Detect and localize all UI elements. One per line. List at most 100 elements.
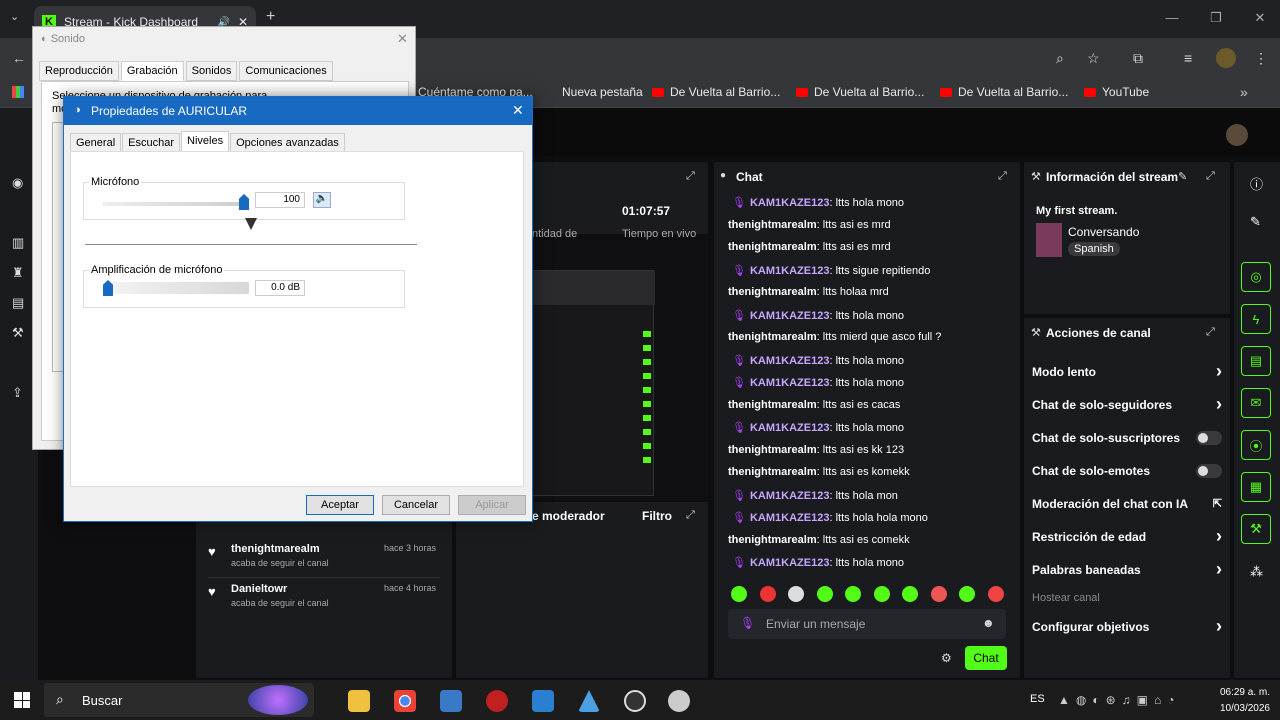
start-icon[interactable]: [14, 692, 30, 708]
tray-icons[interactable]: ▲◍◐⊛♫▣⌂◔: [1058, 693, 1180, 707]
tab-sonidos[interactable]: Sonidos: [185, 61, 238, 81]
channel-action-item[interactable]: Modo lento ›: [1032, 362, 1222, 380]
media-icon[interactable]: ≡: [1184, 50, 1192, 66]
more-bookmarks-icon[interactable]: »: [1240, 84, 1248, 100]
toggle-switch[interactable]: [1196, 431, 1222, 445]
trophy-icon[interactable]: ♜: [12, 265, 28, 281]
tab-opciones-avanzadas[interactable]: Opciones avanzadas: [230, 133, 345, 153]
expand-icon[interactable]: ⤢: [998, 170, 1007, 183]
channel-action-item[interactable]: Palabras baneadas ›: [1032, 560, 1222, 578]
emote-icon[interactable]: [845, 586, 861, 602]
emote-icon[interactable]: [988, 586, 1004, 602]
emote-icon[interactable]: [788, 586, 804, 602]
back-icon[interactable]: ←: [12, 50, 26, 66]
chat-username[interactable]: KAM1KAZE123: [750, 422, 829, 434]
chat-username[interactable]: KAM1KAZE123: [750, 377, 829, 389]
chrome-icon[interactable]: [394, 690, 416, 712]
chevron-right-icon[interactable]: ›: [1216, 527, 1222, 545]
media-library-icon[interactable]: ▤: [12, 295, 28, 311]
file-explorer-icon[interactable]: [348, 690, 370, 712]
expand-icon[interactable]: ⤢: [1206, 170, 1215, 183]
chat-username[interactable]: thenightmarealm: [728, 399, 817, 411]
message-icon[interactable]: ✉: [1241, 388, 1271, 418]
calculator-icon[interactable]: [440, 690, 462, 712]
bookmark-item[interactable]: De Vuelta al Barrio...: [796, 85, 924, 99]
stream-icon[interactable]: ◉: [12, 175, 28, 191]
extensions-icon[interactable]: ⧉: [1133, 50, 1143, 67]
info-icon[interactable]: ⓘ: [1250, 174, 1263, 193]
boost-slider[interactable]: [103, 276, 249, 298]
cancel-button[interactable]: Cancelar: [382, 495, 450, 515]
edit-icon[interactable]: ✎: [1178, 170, 1187, 183]
chat-username[interactable]: thenightmarealm: [728, 444, 817, 456]
upload-icon[interactable]: ⇪: [12, 385, 28, 401]
emote-icon[interactable]: [902, 586, 918, 602]
emoji-icon[interactable]: ☻: [982, 616, 995, 630]
apply-button[interactable]: Aplicar: [458, 495, 526, 515]
chevron-right-icon[interactable]: ›: [1216, 395, 1222, 413]
expand-icon[interactable]: ⤢: [686, 170, 695, 183]
lightning-icon[interactable]: ϟ: [1241, 304, 1271, 334]
channel-action-item[interactable]: Chat de solo-seguidores ›: [1032, 395, 1222, 413]
channel-action-item[interactable]: Restricción de edad ›: [1032, 527, 1222, 545]
emote-icon[interactable]: [817, 586, 833, 602]
chat-username[interactable]: KAM1KAZE123: [750, 355, 829, 367]
broadcast-icon[interactable]: ⦿: [1241, 430, 1271, 460]
tab-general[interactable]: General: [70, 133, 122, 153]
chat-username[interactable]: thenightmarealm: [728, 241, 817, 253]
minimize-icon[interactable]: —: [1162, 8, 1182, 28]
emote-icon[interactable]: [874, 586, 890, 602]
tab-escuchar[interactable]: Escuchar: [122, 133, 180, 153]
chat-username[interactable]: KAM1KAZE123: [750, 197, 829, 209]
chat-username[interactable]: thenightmarealm: [728, 286, 817, 298]
new-tab-button[interactable]: +: [266, 8, 275, 26]
expand-icon[interactable]: ⤢: [686, 509, 695, 522]
boost-level-value[interactable]: 0.0 dB: [255, 280, 305, 296]
bookmark-item[interactable]: YouTube: [1084, 85, 1149, 99]
chat-username[interactable]: KAM1KAZE123: [750, 310, 829, 322]
apps-icon[interactable]: [12, 86, 24, 98]
chat-username[interactable]: thenightmarealm: [728, 534, 817, 546]
microphone-slider[interactable]: [103, 188, 249, 210]
send-chat-button[interactable]: Chat: [965, 646, 1007, 670]
tools-icon[interactable]: ⚒: [1241, 514, 1271, 544]
bookmark-star-icon[interactable]: ☆: [1087, 50, 1100, 67]
emote-icon[interactable]: [760, 586, 776, 602]
tab-list-icon[interactable]: ⌄: [10, 10, 19, 23]
zoom-icon[interactable]: ⌕: [1056, 50, 1064, 67]
user-avatar[interactable]: [1226, 124, 1248, 146]
analytics-icon[interactable]: ▥: [12, 235, 28, 251]
language-indicator[interactable]: ES: [1030, 693, 1045, 705]
bookmark-item[interactable]: De Vuelta al Barrio...: [940, 85, 1068, 99]
app-icon[interactable]: [532, 690, 554, 712]
maximize-icon[interactable]: ❐: [1206, 8, 1226, 28]
external-link-icon[interactable]: ⇱: [1213, 497, 1222, 511]
camera-icon[interactable]: ◎: [1241, 262, 1271, 292]
chat-username[interactable]: thenightmarealm: [728, 219, 817, 231]
tab-reproduccion[interactable]: Reproducción: [39, 61, 119, 81]
tab-comunicaciones[interactable]: Comunicaciones: [239, 61, 333, 81]
emote-icon[interactable]: [959, 586, 975, 602]
notes-icon[interactable]: ▤: [1241, 346, 1271, 376]
chat-input[interactable]: 🎙 Enviar un mensaje ☻: [728, 609, 1006, 639]
obs-icon[interactable]: [624, 690, 646, 712]
bookmark-item[interactable]: De Vuelta al Barrio...: [652, 85, 780, 99]
chat-username[interactable]: KAM1KAZE123: [750, 265, 829, 277]
toggle-switch[interactable]: [1196, 464, 1222, 478]
channel-action-item[interactable]: Chat de solo-suscriptores: [1032, 431, 1222, 445]
wrench-icon[interactable]: ⚒: [12, 325, 28, 341]
tab-grabacion[interactable]: Grabación: [120, 61, 184, 81]
app-icon[interactable]: [486, 690, 508, 712]
channel-action-item[interactable]: Chat de solo-emotes: [1032, 464, 1222, 478]
panels-icon[interactable]: ▦: [1241, 472, 1271, 502]
filter-button[interactable]: Filtro: [642, 509, 672, 523]
apps-icon[interactable]: ⁂: [1250, 564, 1263, 580]
chevron-right-icon[interactable]: ›: [1216, 617, 1222, 635]
chat-username[interactable]: thenightmarealm: [728, 466, 817, 478]
sound-close-icon[interactable]: ✕: [397, 31, 408, 47]
microphone-level-value[interactable]: 100: [255, 192, 305, 208]
channel-action-item[interactable]: Moderación del chat con IA ⇱: [1032, 497, 1222, 511]
profile-avatar[interactable]: [1216, 48, 1236, 68]
slider-thumb[interactable]: [239, 194, 249, 210]
menu-icon[interactable]: ⋮: [1254, 50, 1268, 67]
